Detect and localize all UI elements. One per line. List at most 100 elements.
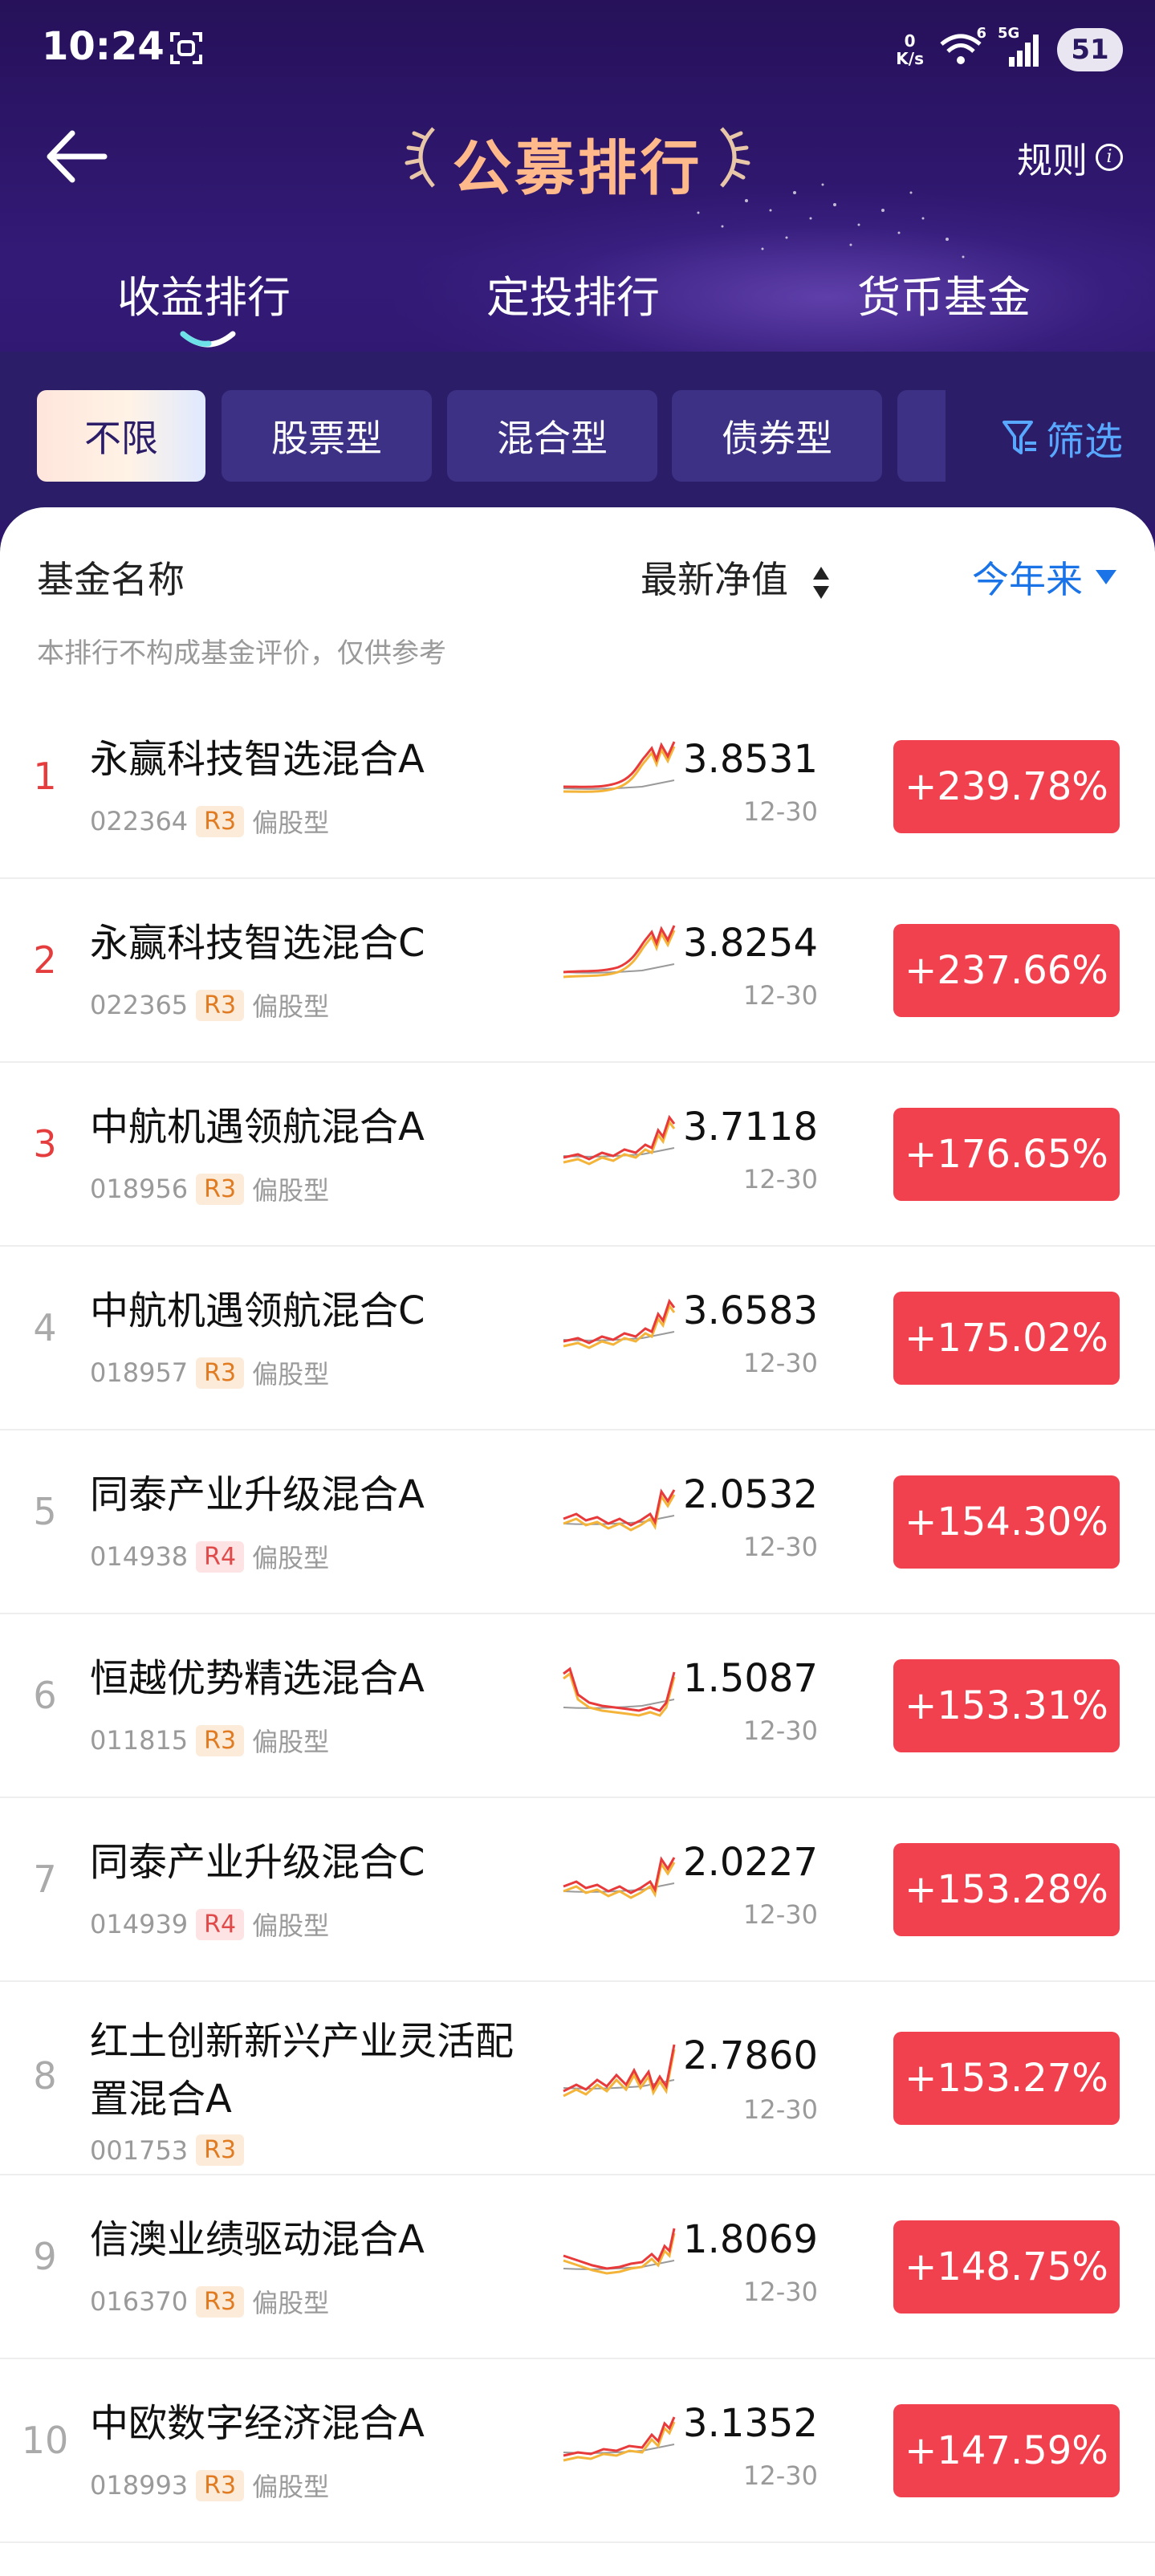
- rank-number: 1: [33, 755, 57, 798]
- ytd-gain: +237.66%: [893, 924, 1120, 1017]
- nav-date: 12-30: [743, 1164, 818, 1194]
- latest-nav: 2.7860: [683, 2033, 818, 2078]
- nav-date: 12-30: [743, 2460, 818, 2491]
- fund-name: 同泰产业升级混合C: [90, 1840, 425, 1885]
- fund-meta: 014939 R4 偏股型: [90, 1906, 329, 1943]
- fund-code: 022364: [90, 806, 189, 836]
- fund-row[interactable]: 1 永赢科技智选混合A 022364 R3 偏股型 3.8531 12-30 +239.78%: [0, 695, 1155, 879]
- fund-meta: 018957 R3 偏股型: [90, 1354, 329, 1391]
- nav-date: 12-30: [743, 1899, 818, 1930]
- nav-date: 12-30: [743, 2094, 818, 2125]
- nav-date: 12-30: [743, 980, 818, 1011]
- fund-code: 011815: [90, 1725, 189, 1756]
- filter-button[interactable]: 筛选: [1001, 409, 1123, 466]
- tab-active-indicator: [180, 331, 236, 348]
- wifi-badge: 6: [976, 25, 986, 42]
- rules-label: 规则: [1017, 140, 1088, 181]
- tab-money-fund[interactable]: 货币基金: [857, 262, 1031, 325]
- ytd-gain: +154.30%: [893, 1475, 1120, 1569]
- fund-name: 红土创新新兴产业灵活配置混合A: [90, 2019, 514, 2122]
- fund-meta: 011815 R3 偏股型: [90, 1722, 329, 1759]
- status-icons: 0 K/s 6 5G 51: [896, 24, 1123, 75]
- chip-bond[interactable]: 债券型: [672, 390, 882, 482]
- fund-code: 001753: [90, 2134, 189, 2166]
- nav-date: 12-30: [743, 1532, 818, 1562]
- nav-date: 12-30: [743, 2277, 818, 2307]
- fund-name: 同泰产业升级混合A: [90, 1472, 425, 1517]
- nav-date: 12-30: [743, 796, 818, 827]
- rank-number: 6: [33, 1674, 57, 1717]
- fund-type: 偏股型: [252, 2472, 330, 2502]
- fund-row[interactable]: 8 红土创新新兴产业灵活配置混合A 001753 R3 2.7860 12-30 +153.…: [0, 1982, 1155, 2175]
- latest-nav: 3.6583: [683, 1288, 818, 1333]
- latest-nav: 1.5087: [683, 1656, 818, 1701]
- fund-type: 偏股型: [252, 808, 330, 838]
- fund-row[interactable]: 6 恒越优势精选混合A 011815 R3 偏股型 1.5087 12-30 +153.31%: [0, 1614, 1155, 1798]
- latest-nav: 3.8254: [683, 921, 818, 966]
- fund-meta: 016370 R3 偏股型: [90, 2283, 329, 2320]
- status-time: 10:24: [42, 24, 165, 69]
- net-speed: 0 K/s: [896, 32, 924, 67]
- risk-badge: R3: [196, 805, 245, 837]
- latest-nav: 3.8531: [683, 737, 818, 782]
- rank-number: 5: [33, 1490, 57, 1533]
- page-title: 公募排行: [452, 134, 703, 203]
- fund-row[interactable]: 7 同泰产业升级混合C 014939 R4 偏股型 2.0227 12-30 +153.28%: [0, 1798, 1155, 1982]
- fund-meta: 022364 R3 偏股型: [90, 803, 329, 840]
- latest-nav: 1.8069: [683, 2217, 818, 2262]
- col-latest-nav-label: 最新净值: [641, 558, 788, 601]
- fund-type: 偏股型: [252, 991, 330, 1022]
- tab-fixed-investment-ranking[interactable]: 定投排行: [486, 262, 660, 325]
- rank-number: 4: [33, 1306, 57, 1349]
- fund-type: 偏股型: [252, 1359, 330, 1390]
- funnel-icon: [1002, 421, 1036, 454]
- fund-code: 014939: [90, 1909, 189, 1939]
- fund-row[interactable]: 9 信澳业绩驱动混合A 016370 R3 偏股型 1.8069 12-30 +148.75%: [0, 2175, 1155, 2359]
- rank-number: 3: [33, 1122, 57, 1166]
- chip-more-partial[interactable]: [897, 390, 946, 482]
- fund-row[interactable]: 10 中欧数字经济混合A 018993 R3 偏股型 3.1352 12-30 +147.59…: [0, 2359, 1155, 2543]
- ytd-gain: +239.78%: [893, 740, 1120, 833]
- ytd-gain: +148.75%: [893, 2220, 1120, 2314]
- net-speed-value: 0: [904, 31, 916, 51]
- fund-type: 偏股型: [252, 1543, 330, 1573]
- risk-badge: R3: [196, 1724, 245, 1756]
- risk-badge: R3: [196, 1357, 245, 1389]
- risk-badge: R3: [196, 2285, 245, 2318]
- fund-code: 014938: [90, 1541, 189, 1572]
- fund-code: 018956: [90, 1174, 189, 1204]
- fund-name: 永赢科技智选混合C: [90, 921, 425, 966]
- fund-meta: 001753 R3: [90, 2134, 252, 2166]
- fund-row[interactable]: 4 中航机遇领航混合C 018957 R3 偏股型 3.6583 12-30 +175.02%: [0, 1247, 1155, 1430]
- rank-number: 10: [21, 2419, 69, 2462]
- rank-number: 9: [33, 2235, 57, 2278]
- nav-date: 12-30: [743, 1715, 818, 1746]
- tab-yield-ranking[interactable]: 收益排行: [117, 262, 291, 325]
- fund-name: 中欧数字经济混合A: [90, 2401, 425, 2446]
- fund-row[interactable]: 2 永赢科技智选混合C 022365 R3 偏股型 3.8254 12-30 +237.66%: [0, 879, 1155, 1063]
- col-latest-nav-sort[interactable]: 最新净值: [641, 551, 831, 604]
- chip-hybrid[interactable]: 混合型: [447, 390, 657, 482]
- ytd-gain: +176.65%: [893, 1108, 1120, 1201]
- risk-badge: R4: [196, 1908, 245, 1940]
- risk-badge: R3: [196, 2134, 245, 2166]
- period-label: 今年来: [972, 558, 1083, 601]
- latest-nav: 2.0227: [683, 1840, 818, 1885]
- net-speed-unit: K/s: [896, 49, 924, 68]
- fund-type: 偏股型: [252, 1911, 330, 1941]
- fund-row[interactable]: 5 同泰产业升级混合A 014938 R4 偏股型 2.0532 12-30 +154.30%: [0, 1430, 1155, 1614]
- battery-indicator: 51: [1057, 28, 1123, 71]
- risk-badge: R3: [196, 989, 245, 1021]
- period-dropdown[interactable]: 今年来: [972, 551, 1118, 604]
- chip-all[interactable]: 不限: [37, 390, 205, 482]
- ytd-gain: +175.02%: [893, 1292, 1120, 1385]
- fund-meta: 018956 R3 偏股型: [90, 1170, 329, 1207]
- info-icon: i: [1096, 144, 1123, 171]
- fund-row[interactable]: 3 中航机遇领航混合A 018956 R3 偏股型 3.7118 12-30 +176.65%: [0, 1063, 1155, 1247]
- rank-number: 8: [33, 2054, 57, 2098]
- rules-link[interactable]: 规则 i: [1017, 132, 1123, 183]
- fund-type: 偏股型: [252, 1175, 330, 1206]
- latest-nav: 3.1352: [683, 2401, 818, 2446]
- chip-stock[interactable]: 股票型: [222, 390, 432, 482]
- risk-badge: R3: [196, 1173, 245, 1205]
